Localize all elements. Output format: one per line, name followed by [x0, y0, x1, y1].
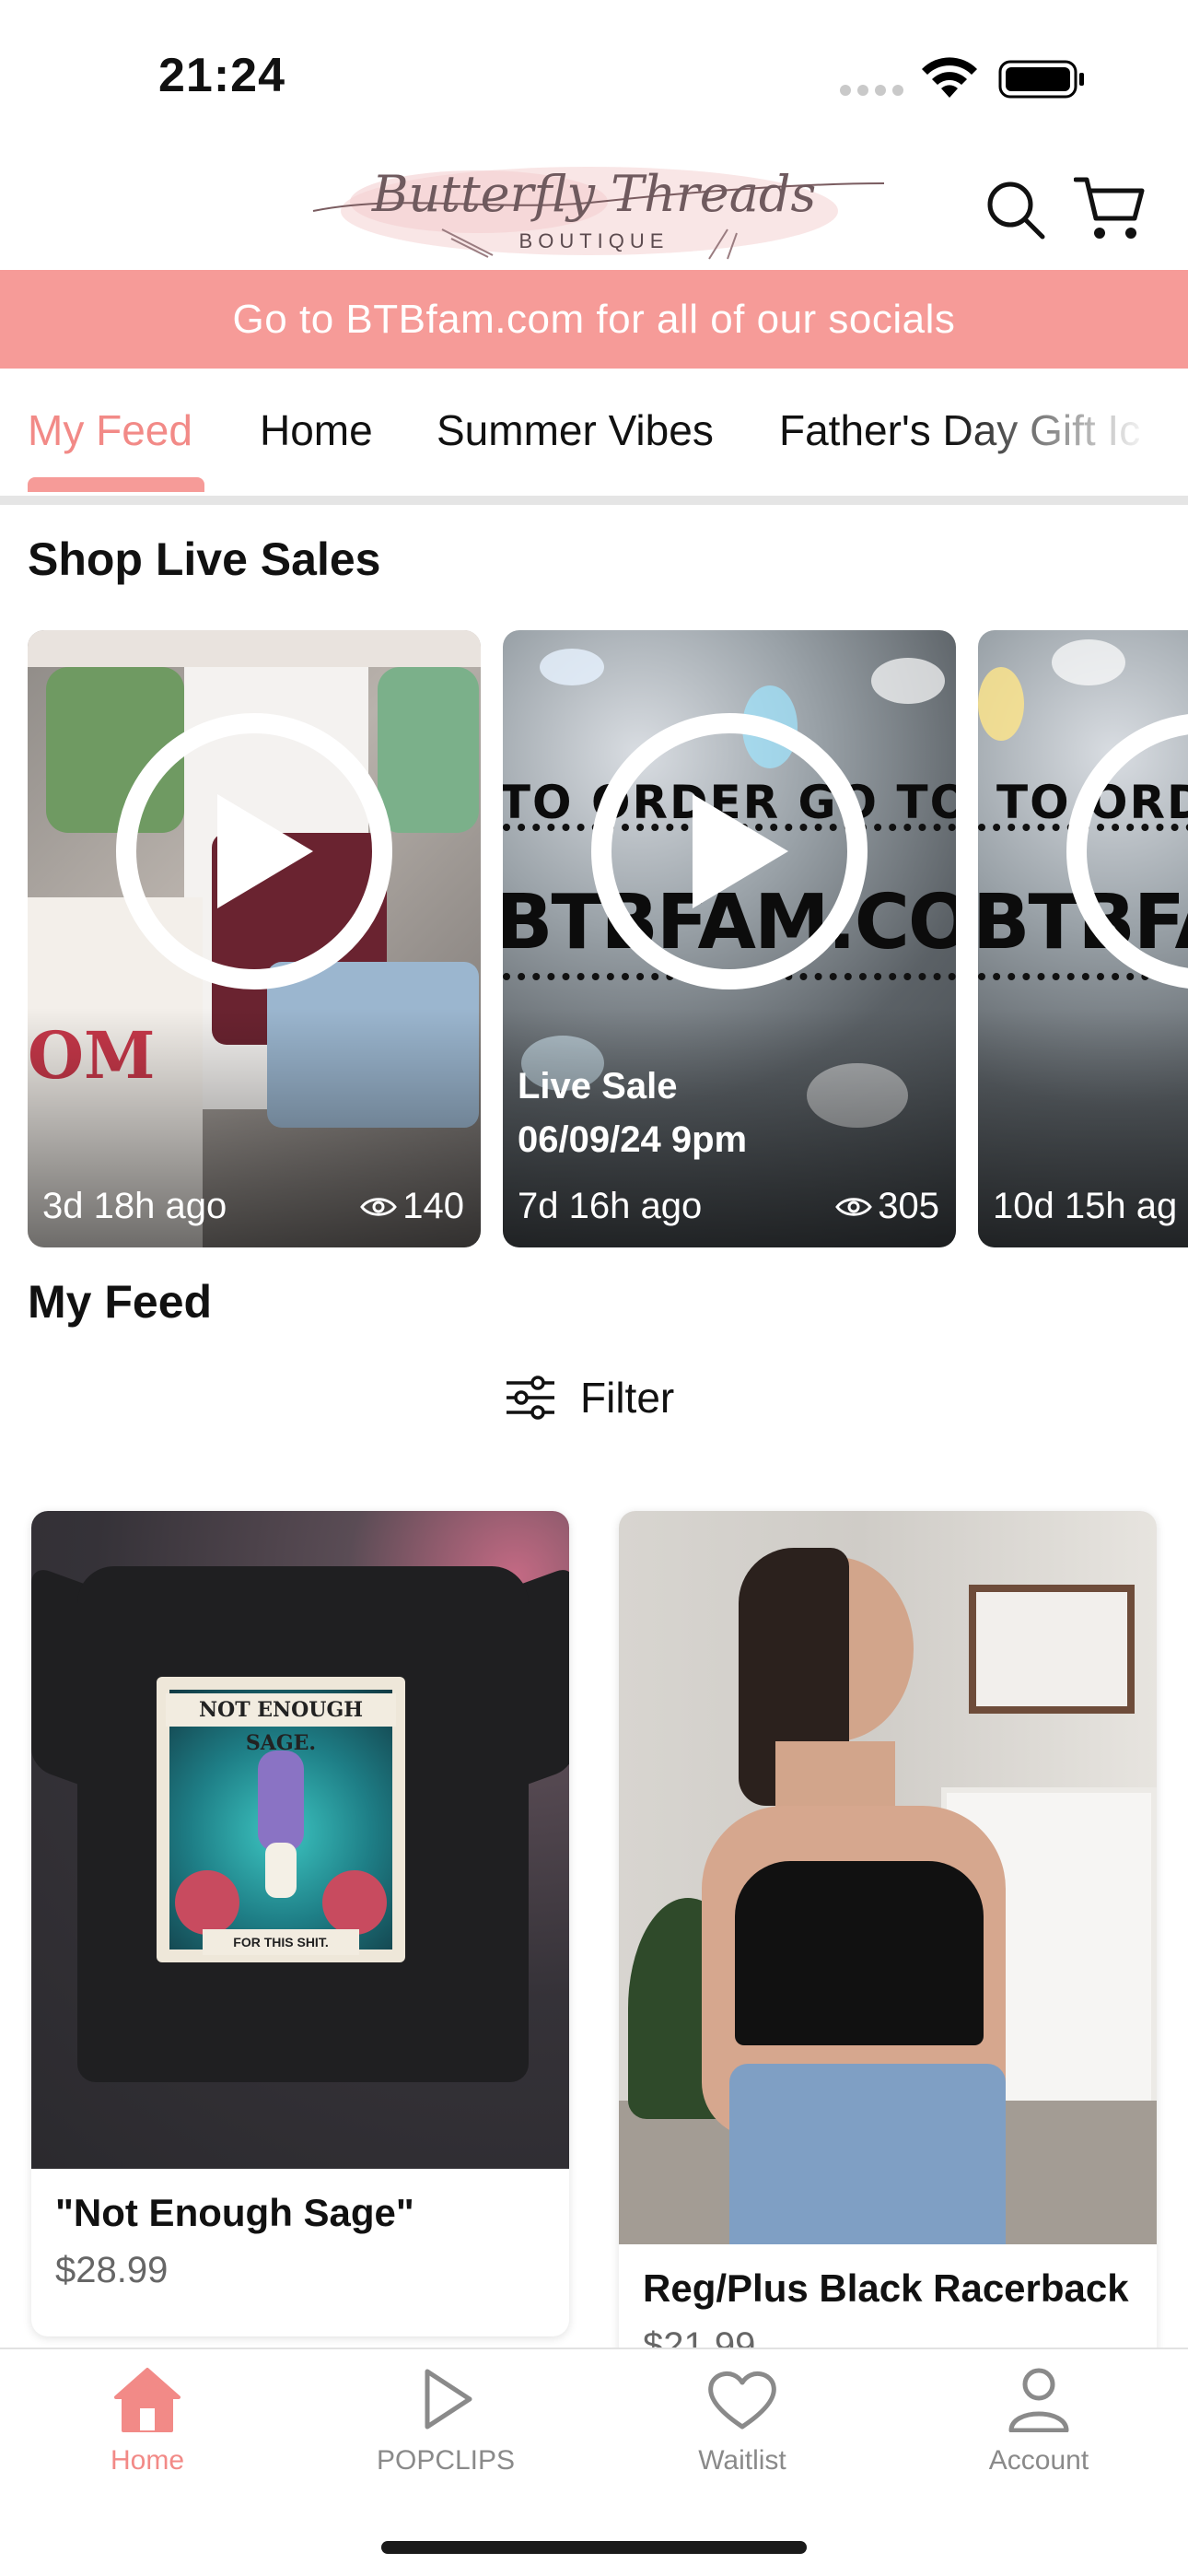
- product-card[interactable]: Reg/Plus Black Racerback $21.99: [619, 1511, 1157, 2395]
- promo-text: Go to BTBfam.com for all of our socials: [232, 296, 956, 342]
- live-sale-time-ago: 3d 18h ago: [42, 1186, 227, 1226]
- brand-logo[interactable]: Butterfly Threads BOUTIQUE: [295, 156, 893, 266]
- eye-icon: [835, 1197, 873, 1216]
- live-sale-title: Live Sale 06/09/24 9pm: [518, 1066, 748, 1160]
- person-icon: [1008, 2368, 1069, 2432]
- print-title: NOT ENOUGH SAGE.: [166, 1693, 396, 1755]
- product-card[interactable]: NOT ENOUGH SAGE. FOR THIS SHIT. "Not Eno…: [31, 1511, 569, 2336]
- live-sales-title: Shop Live Sales: [28, 533, 381, 585]
- wifi-icon: [922, 57, 977, 98]
- nav-popclips[interactable]: POPCLIPS: [335, 2366, 556, 2476]
- play-icon: [693, 794, 788, 908]
- filter-label: Filter: [580, 1374, 675, 1422]
- nav-label: Home: [110, 2445, 185, 2476]
- category-tabs: My Feed Home Summer Vibes Father's Day G…: [0, 369, 1188, 505]
- cart-icon[interactable]: [1074, 174, 1146, 242]
- feed-title: My Feed: [28, 1276, 213, 1328]
- promo-banner[interactable]: Go to BTBfam.com for all of our socials: [0, 270, 1188, 369]
- live-sale-card[interactable]: OM 3d 18h ago 140: [28, 630, 481, 1247]
- heart-icon: [708, 2371, 776, 2430]
- app-header: Butterfly Threads BOUTIQUE: [0, 152, 1188, 270]
- tab-my-feed[interactable]: My Feed: [28, 405, 192, 455]
- cellular-dots-icon: [840, 85, 903, 96]
- search-icon[interactable]: [985, 180, 1046, 240]
- product-price: $28.99: [55, 2250, 169, 2290]
- nav-label: Waitlist: [698, 2445, 786, 2476]
- play-icon: [425, 2369, 472, 2430]
- tab-home[interactable]: Home: [260, 405, 373, 455]
- nav-label: Account: [988, 2445, 1089, 2476]
- shirt-graphic: NOT ENOUGH SAGE. FOR THIS SHIT.: [157, 1677, 405, 1962]
- print-subtitle: FOR THIS SHIT.: [203, 1929, 359, 1955]
- tab-summer-vibes[interactable]: Summer Vibes: [437, 405, 714, 455]
- status-time: 21:24: [158, 49, 285, 102]
- nav-home[interactable]: Home: [37, 2366, 258, 2476]
- svg-text:Butterfly Threads: Butterfly Threads: [371, 165, 816, 223]
- home-indicator[interactable]: [381, 2541, 807, 2554]
- nav-label: POPCLIPS: [376, 2445, 516, 2476]
- tabs-fade: [949, 369, 1188, 496]
- product-name: "Not Enough Sage": [55, 2191, 414, 2234]
- live-sale-views: 140: [360, 1186, 464, 1227]
- nav-waitlist[interactable]: Waitlist: [632, 2366, 853, 2476]
- svg-text:BOUTIQUE: BOUTIQUE: [519, 229, 670, 252]
- nav-account[interactable]: Account: [928, 2366, 1149, 2476]
- active-tab-indicator: [28, 477, 204, 492]
- home-icon: [114, 2368, 181, 2432]
- battery-icon: [998, 60, 1084, 99]
- live-sale-card[interactable]: TO ORDER BTBFAM 10d 15h ag: [978, 630, 1188, 1247]
- sliders-icon: [507, 1376, 554, 1420]
- status-bar: 21:24: [0, 0, 1188, 152]
- filter-button[interactable]: Filter: [505, 1373, 674, 1423]
- product-name: Reg/Plus Black Racerback: [643, 2266, 1129, 2310]
- play-icon: [217, 794, 313, 908]
- live-sale-time-ago: 10d 15h ag: [993, 1186, 1178, 1226]
- live-sale-card[interactable]: TO ORDER GO TO BTBFAM.COM Live Sale 06/0…: [503, 630, 956, 1247]
- product-image[interactable]: NOT ENOUGH SAGE. FOR THIS SHIT.: [31, 1511, 569, 2169]
- live-sales-carousel[interactable]: OM 3d 18h ago 140 TO ORDER GO TO BTBFAM.…: [0, 630, 1188, 1247]
- eye-icon: [360, 1197, 398, 1216]
- live-sale-time-ago: 7d 16h ago: [518, 1186, 703, 1226]
- product-image[interactable]: [619, 1511, 1157, 2244]
- live-sale-views: 305: [835, 1186, 939, 1227]
